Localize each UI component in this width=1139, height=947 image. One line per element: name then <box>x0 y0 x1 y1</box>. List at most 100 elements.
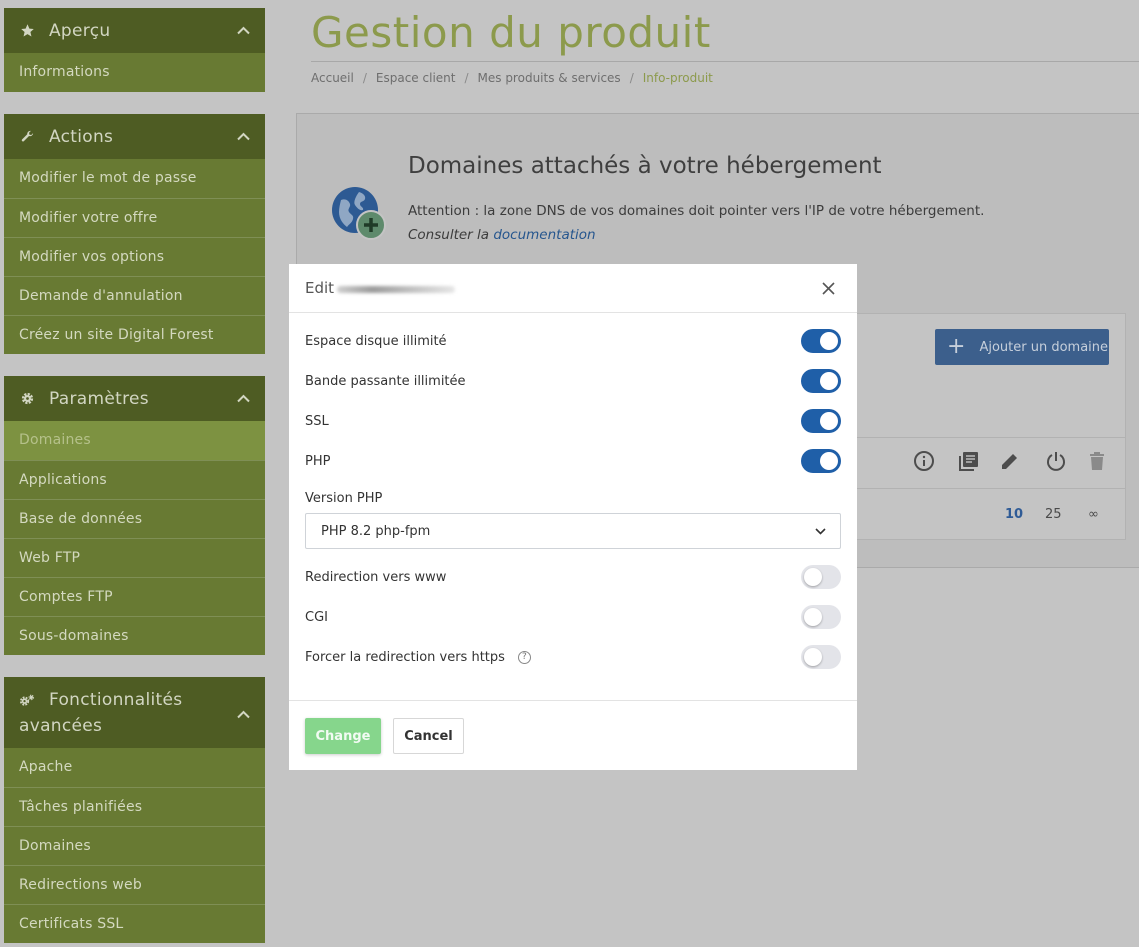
option-label: Redirection vers www <box>305 569 447 585</box>
breadcrumb-products[interactable]: Mes produits & services <box>478 71 621 85</box>
sidebar-item-database[interactable]: Base de données <box>4 499 265 538</box>
panel-apercu: Aperçu Informations <box>4 8 265 92</box>
panel-parametres: Paramètres Domaines Applications Base de… <box>4 376 265 655</box>
panel-items: Informations <box>4 53 265 92</box>
chevron-down-icon <box>815 524 826 539</box>
globe-add-icon <box>331 186 387 242</box>
toggle-php[interactable] <box>801 449 841 473</box>
page-title: Gestion du produit <box>311 8 711 57</box>
option-ssl: SSL <box>305 408 841 434</box>
panel-title-line2: avancées <box>19 716 103 736</box>
php-version-label: Version PHP <box>305 491 383 506</box>
page-size-10[interactable]: 10 <box>1005 507 1023 522</box>
power-icon[interactable] <box>1045 450 1067 472</box>
toggle-knob <box>804 608 822 626</box>
consult-line: Consulter la documentation <box>408 227 596 243</box>
breadcrumb-separator: / <box>464 71 469 85</box>
option-label: SSL <box>305 413 329 429</box>
option-php: PHP <box>305 448 841 474</box>
add-domain-label: Ajouter un domaine <box>979 339 1109 355</box>
edit-icon[interactable] <box>999 450 1021 472</box>
sidebar-item-apache[interactable]: Apache <box>4 748 265 787</box>
wrench-icon <box>19 129 35 145</box>
documentation-link[interactable]: documentation <box>493 227 595 243</box>
page-size-all[interactable]: ∞ <box>1088 507 1099 522</box>
option-label: Bande passante illimitée <box>305 373 466 389</box>
cancel-button[interactable]: Cancel <box>393 718 464 754</box>
toggle-disk[interactable] <box>801 329 841 353</box>
panel-title: Paramètres <box>49 388 149 409</box>
panel-header-actions[interactable]: Actions <box>4 114 265 159</box>
breadcrumb-home[interactable]: Accueil <box>311 71 354 85</box>
consult-prefix: Consulter la <box>408 227 494 243</box>
panel-title-line1: Fonctionnalités <box>49 690 183 710</box>
dns-notice: Attention : la zone DNS de vos domaines … <box>408 203 985 219</box>
toggle-https-redirect[interactable] <box>801 645 841 669</box>
modal-title: Edit <box>305 279 335 297</box>
help-icon[interactable]: ? <box>517 650 531 664</box>
sidebar-item-redirections[interactable]: Redirections web <box>4 865 265 904</box>
toggle-knob <box>804 648 822 666</box>
panel-items: Domaines Applications Base de données We… <box>4 421 265 655</box>
toggle-bandwidth[interactable] <box>801 369 841 393</box>
toggle-knob <box>820 452 838 470</box>
panel-fonctionnalites: Fonctionnalités avancées Apache Tâches p… <box>4 677 265 943</box>
chevron-up-icon[interactable] <box>236 392 250 406</box>
divider <box>311 61 1139 62</box>
option-disk: Espace disque illimité <box>305 328 841 354</box>
sidebar-item-cron[interactable]: Tâches planifiées <box>4 787 265 826</box>
sidebar-item-password[interactable]: Modifier le mot de passe <box>4 159 265 198</box>
domain-row <box>840 437 1126 489</box>
modal-header: Edit <box>289 264 857 313</box>
star-icon <box>19 23 35 39</box>
option-https-redirect: Forcer la redirection vers https ? <box>305 644 841 670</box>
panel-header-apercu[interactable]: Aperçu <box>4 8 265 53</box>
sidebar-item-web-ftp[interactable]: Web FTP <box>4 538 265 577</box>
redacted-domain <box>337 286 455 293</box>
add-domain-button[interactable]: + Ajouter un domaine <box>935 329 1109 365</box>
card-title: Domaines attachés à votre hébergement <box>408 153 882 179</box>
sidebar-item-subdomains[interactable]: Sous-domaines <box>4 616 265 655</box>
toggle-knob <box>820 372 838 390</box>
sidebar-item-applications[interactable]: Applications <box>4 460 265 499</box>
sidebar-item-ssl-certs[interactable]: Certificats SSL <box>4 904 265 943</box>
change-button[interactable]: Change <box>305 718 381 754</box>
panel-header-advanced[interactable]: Fonctionnalités avancées <box>4 677 265 748</box>
sidebar-item-informations[interactable]: Informations <box>4 53 265 92</box>
sidebar-item-domaines[interactable]: Domaines <box>4 421 265 460</box>
toggle-knob <box>820 332 838 350</box>
sidebar-item-ftp-accounts[interactable]: Comptes FTP <box>4 577 265 616</box>
panel-title: Aperçu <box>49 20 111 41</box>
panel-header-parametres[interactable]: Paramètres <box>4 376 265 421</box>
sidebar-item-cancellation[interactable]: Demande d'annulation <box>4 276 265 315</box>
library-icon[interactable] <box>958 450 980 472</box>
chevron-up-icon[interactable] <box>236 24 250 38</box>
chevron-up-icon[interactable] <box>236 130 250 144</box>
breadcrumb-client-area[interactable]: Espace client <box>376 71 456 85</box>
edit-modal: Edit Espace disque illimité Bande passan… <box>289 264 857 770</box>
option-www-redirect: Redirection vers www <box>305 564 841 590</box>
toggle-cgi[interactable] <box>801 605 841 629</box>
option-label: CGI <box>305 609 328 625</box>
sidebar-item-options[interactable]: Modifier vos options <box>4 237 265 276</box>
toggle-www-redirect[interactable] <box>801 565 841 589</box>
sidebar-item-offer[interactable]: Modifier votre offre <box>4 198 265 237</box>
trash-icon[interactable] <box>1086 450 1108 472</box>
toggle-knob <box>804 568 822 586</box>
toggle-ssl[interactable] <box>801 409 841 433</box>
close-icon[interactable] <box>821 281 836 296</box>
panel-actions: Actions Modifier le mot de passe Modifie… <box>4 114 265 354</box>
sidebar-item-adv-domaines[interactable]: Domaines <box>4 826 265 865</box>
option-cgi: CGI <box>305 604 841 630</box>
php-version-value: PHP 8.2 php-fpm <box>321 523 431 539</box>
info-icon[interactable] <box>913 450 935 472</box>
gear-icon <box>19 391 35 407</box>
sidebar-item-digital-forest[interactable]: Créez un site Digital Forest <box>4 315 265 354</box>
modal-footer: Change Cancel <box>289 700 857 770</box>
php-version-select[interactable]: PHP 8.2 php-fpm <box>305 513 841 549</box>
chevron-up-icon[interactable] <box>236 707 250 721</box>
plus-icon: + <box>947 334 966 359</box>
page-size-25[interactable]: 25 <box>1045 507 1062 522</box>
sidebar: Aperçu Informations Actions Modifier le … <box>4 8 265 947</box>
option-label: PHP <box>305 453 331 469</box>
